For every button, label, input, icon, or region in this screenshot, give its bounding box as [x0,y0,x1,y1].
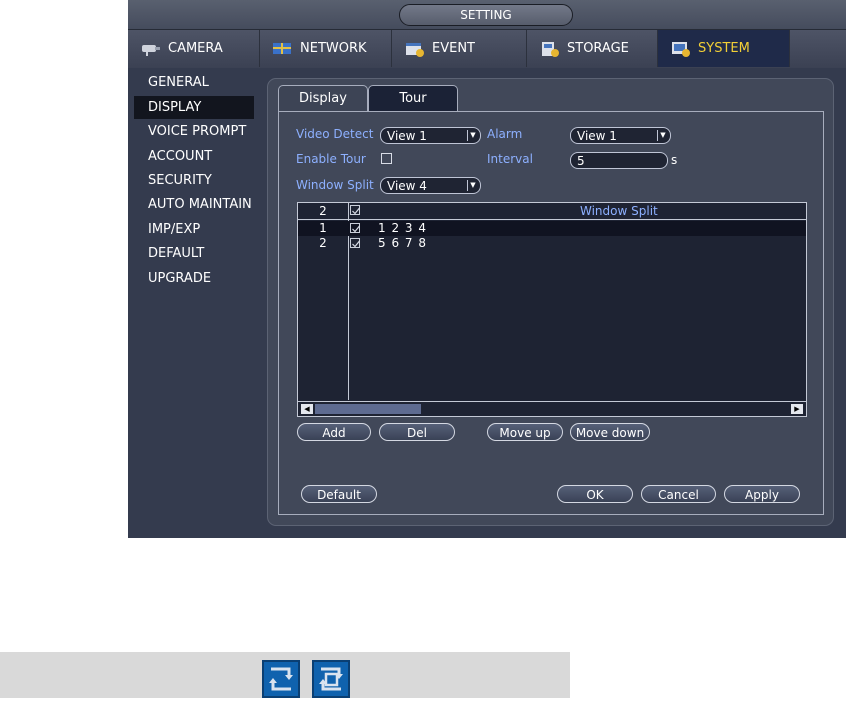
video-detect-value: View 1 [387,129,427,143]
tab-system-label: SYSTEM [698,41,750,56]
tab-event[interactable]: EVENT [392,30,527,67]
tab-system[interactable]: SYSTEM [658,30,790,67]
row-split-channels: 5 6 7 8 [378,236,427,250]
main-tabs: CAMERA NETWORK EVENT STORAGE SYSTEM [128,29,846,68]
video-detect-label: Video Detect [296,127,374,141]
alarm-value: View 1 [577,129,617,143]
sidebar-item-default[interactable]: DEFAULT [134,242,254,265]
interval-label: Interval [487,152,533,166]
move-up-button[interactable]: Move up [487,423,563,441]
tour-square-icon [262,660,300,698]
row-number: 2 [319,236,327,250]
cancel-button[interactable]: Cancel [641,485,716,503]
tab-camera[interactable]: CAMERA [128,30,260,67]
tab-network[interactable]: NETWORK [260,30,392,67]
alarm-select[interactable]: View 1 ▼ [570,127,671,144]
sidebar-item-imp-exp[interactable]: IMP/EXP [134,218,254,241]
camera-icon [140,40,162,58]
row-number: 1 [319,221,327,235]
tab-network-label: NETWORK [300,41,367,56]
chevron-down-icon: ▼ [467,180,478,191]
storage-icon [539,40,561,58]
row-checkbox[interactable] [350,238,360,248]
tab-camera-label: CAMERA [168,41,223,56]
tab-storage-label: STORAGE [567,41,629,56]
content-panel: Display Tour Video Detect View 1 ▼ Alarm… [267,78,834,526]
apply-button[interactable]: Apply [724,485,800,503]
sidebar-item-display[interactable]: DISPLAY [134,96,254,119]
tab-event-label: EVENT [432,41,475,56]
dvr-settings-window: SETTING CAMERA NETWORK EVENT STORAGE SYS… [128,0,846,538]
row-split-channels: 1 2 3 4 [378,221,427,235]
del-button[interactable]: Del [379,423,455,441]
sidebar-item-voice-prompt[interactable]: VOICE PROMPT [134,120,254,143]
footer-bar [0,652,570,698]
table-row[interactable]: 2 5 6 7 8 [298,236,806,251]
alarm-label: Alarm [487,127,523,141]
title-bar: SETTING [128,0,846,29]
window-split-select[interactable]: View 4 ▼ [380,177,481,194]
tour-settings: Video Detect View 1 ▼ Alarm View 1 ▼ Ena… [278,111,824,515]
window-title: SETTING [399,4,573,26]
table-row[interactable]: 1 1 2 3 4 [298,221,806,236]
tour-table: 2 Window Split 1 1 2 3 4 2 5 6 7 8 ◀ ▶ [297,202,807,417]
scroll-thumb[interactable] [315,404,421,414]
tab-storage[interactable]: STORAGE [527,30,658,67]
network-icon [272,40,294,58]
chevron-down-icon: ▼ [657,130,668,141]
interval-input[interactable]: 5 [570,152,668,169]
row-checkbox[interactable] [350,223,360,233]
scroll-right-icon[interactable]: ▶ [791,404,803,414]
enable-tour-label: Enable Tour [296,152,366,166]
header-window-split: Window Split [580,204,658,218]
enable-tour-checkbox[interactable] [381,153,392,164]
sidebar-item-security[interactable]: SECURITY [134,169,254,192]
tour-window-icon [312,660,350,698]
ok-button[interactable]: OK [557,485,633,503]
interval-unit: s [671,153,678,167]
select-all-checkbox[interactable] [350,205,360,215]
window-split-value: View 4 [387,179,427,193]
sidebar-item-upgrade[interactable]: UPGRADE [134,267,254,290]
system-icon [670,40,692,58]
tab-tour[interactable]: Tour [368,85,458,111]
chevron-down-icon: ▼ [467,130,478,141]
default-button[interactable]: Default [301,485,377,503]
sidebar-item-auto-maintain[interactable]: AUTO MAINTAIN [134,193,254,216]
window-split-label: Window Split [296,178,374,192]
video-detect-select[interactable]: View 1 ▼ [380,127,481,144]
sidebar-item-general[interactable]: GENERAL [134,71,254,94]
horizontal-scrollbar[interactable]: ◀ ▶ [298,401,806,416]
sidebar-item-account[interactable]: ACCOUNT [134,145,254,168]
event-icon [404,40,426,58]
add-button[interactable]: Add [297,423,371,441]
header-count: 2 [319,204,327,218]
scroll-left-icon[interactable]: ◀ [301,404,313,414]
tab-display[interactable]: Display [278,85,368,111]
table-header: 2 Window Split [298,203,806,220]
move-down-button[interactable]: Move down [570,423,650,441]
